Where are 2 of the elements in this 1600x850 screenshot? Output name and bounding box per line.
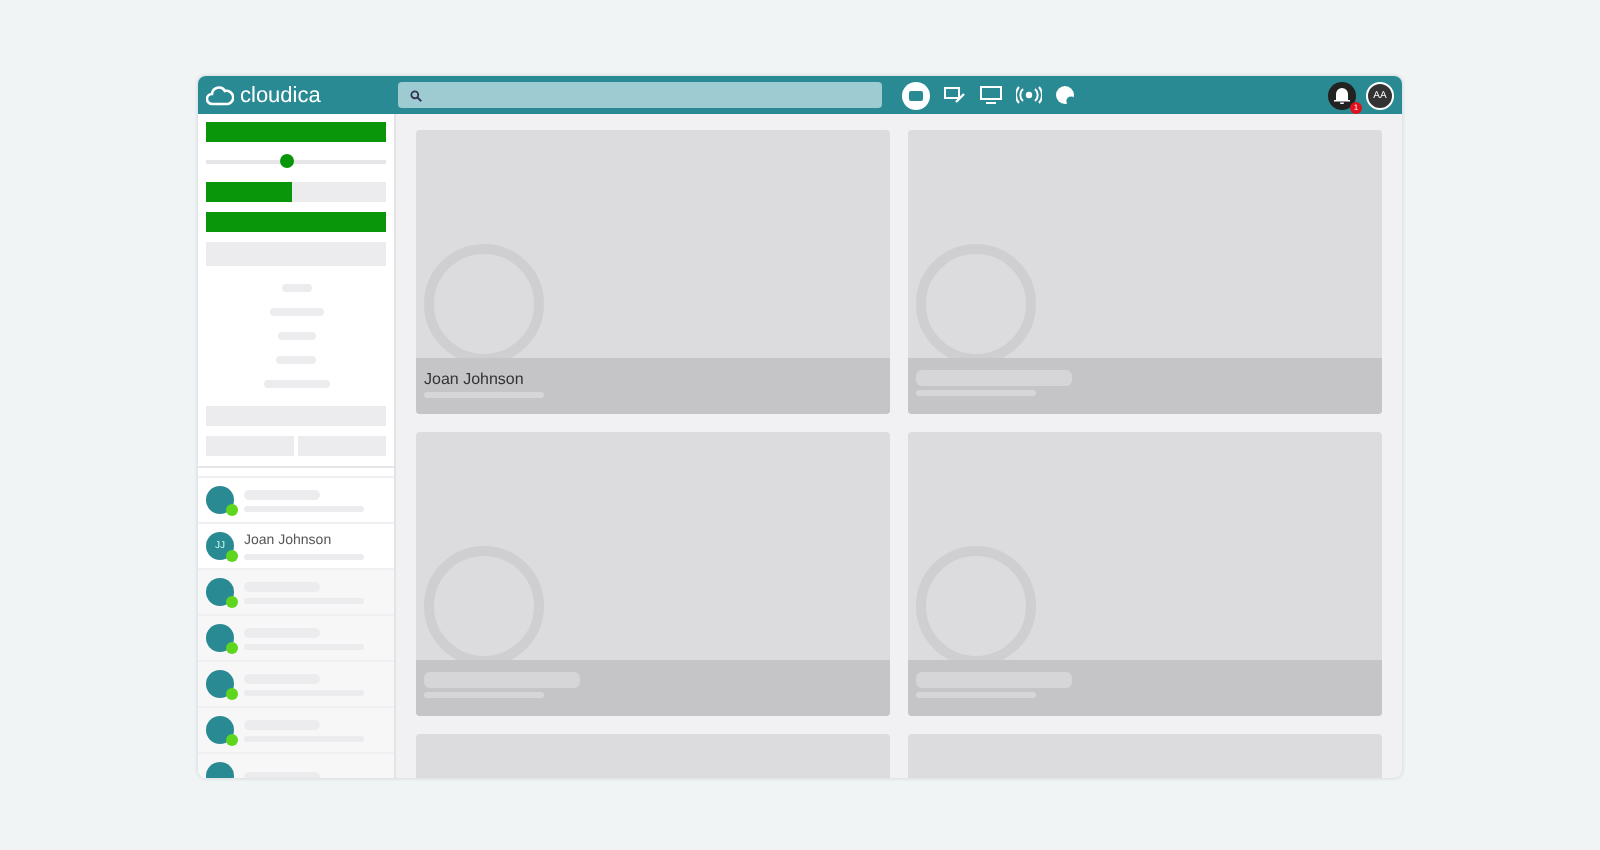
logo-text: cloudica: [240, 83, 321, 107]
participant-name: Joan Johnson: [424, 370, 526, 388]
